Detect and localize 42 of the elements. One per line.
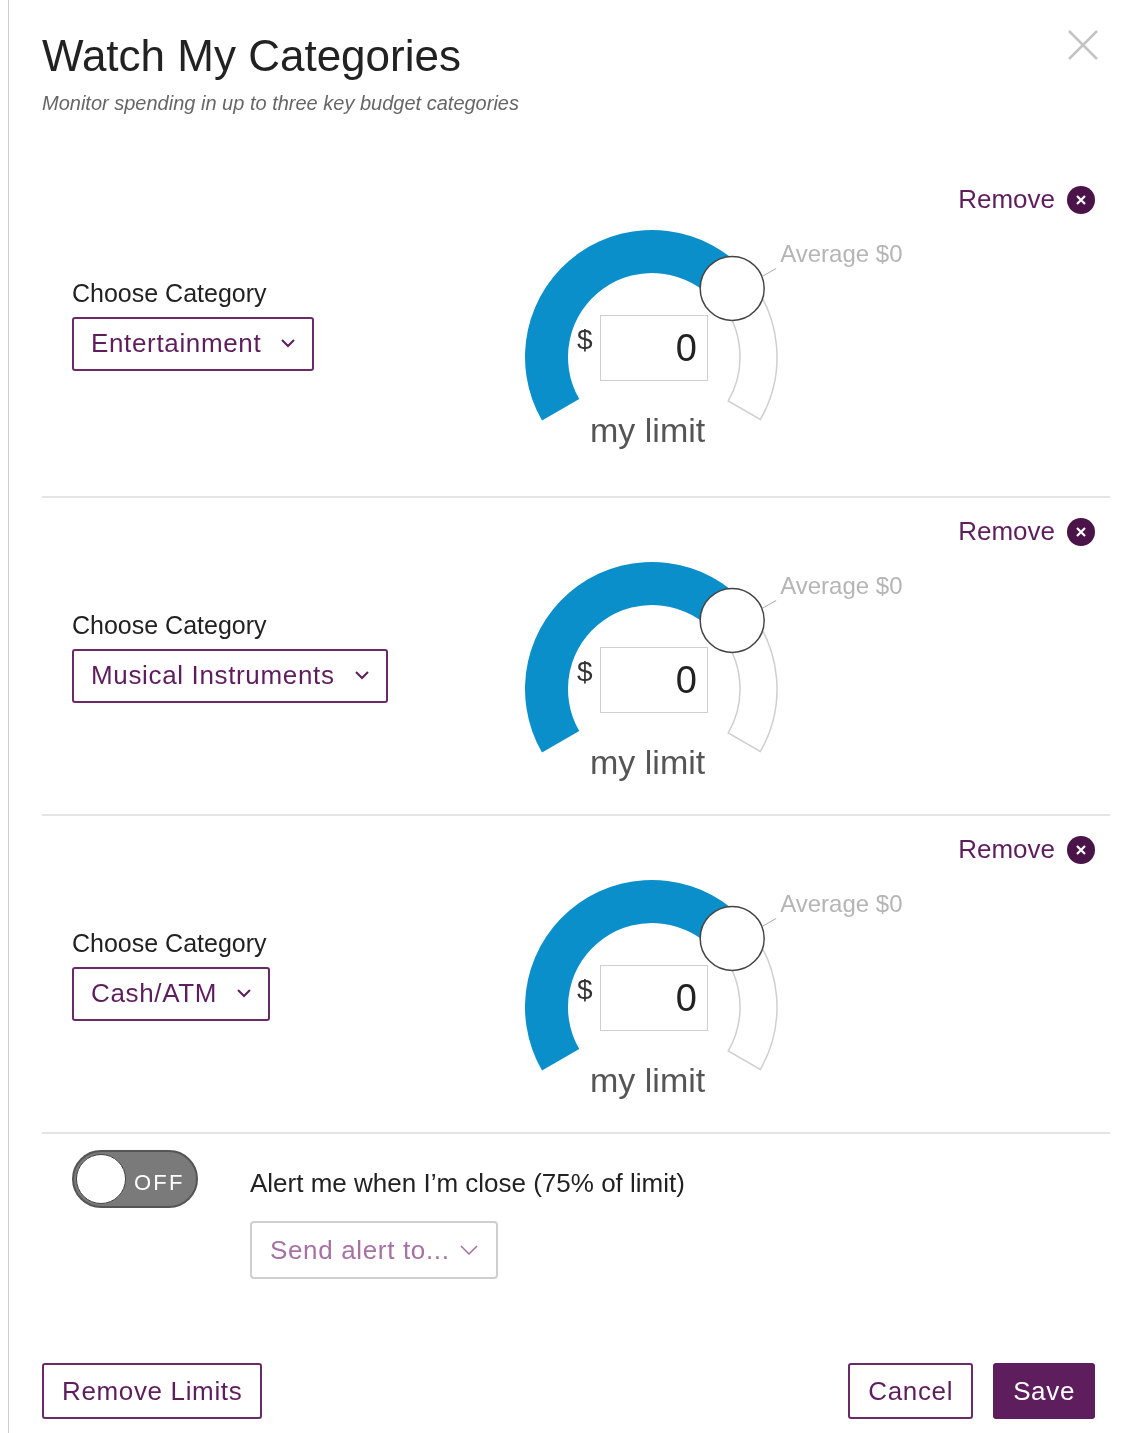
currency-symbol: $: [577, 973, 593, 1007]
limit-input[interactable]: 0: [600, 315, 708, 381]
alert-toggle[interactable]: OFF: [72, 1150, 198, 1208]
average-label: Average $0: [780, 889, 903, 920]
category-dropdown[interactable]: Entertainment: [72, 316, 315, 371]
chevron-down-icon: [354, 671, 369, 680]
gauge-handle[interactable]: [699, 255, 765, 322]
save-button[interactable]: Save: [993, 1363, 1095, 1419]
limit-input[interactable]: 0: [600, 965, 708, 1031]
category-label: Choose Category: [72, 928, 267, 959]
average-label: Average $0: [780, 571, 903, 602]
send-alert-dropdown[interactable]: Send alert to...: [250, 1221, 498, 1279]
currency-symbol: $: [577, 655, 593, 689]
chevron-down-icon: [237, 989, 252, 998]
limit-input[interactable]: 0: [600, 647, 708, 713]
category-label: Choose Category: [72, 610, 267, 641]
leader-line: [761, 917, 777, 927]
average-label: Average $0: [780, 239, 903, 270]
remove-button[interactable]: Remove: [958, 512, 1095, 551]
close-circle-icon: [1067, 185, 1095, 214]
category-dropdown[interactable]: Cash/ATM: [72, 966, 271, 1021]
dialog-subtitle: Monitor spending in up to three key budget categories: [42, 91, 519, 116]
remove-button[interactable]: Remove: [958, 830, 1095, 869]
gauge-handle[interactable]: [699, 905, 765, 972]
limit-label: my limit: [590, 410, 706, 451]
close-circle-icon: [1067, 835, 1095, 864]
dialog-title: Watch My Categories: [42, 34, 462, 78]
leader-line: [761, 267, 777, 277]
leader-line: [761, 599, 777, 609]
category-dropdown[interactable]: Musical Instruments: [72, 648, 388, 703]
remove-button[interactable]: Remove: [958, 180, 1095, 219]
gauge-handle[interactable]: [699, 587, 765, 654]
limit-label: my limit: [590, 1060, 706, 1101]
limit-label: my limit: [590, 742, 706, 783]
currency-symbol: $: [577, 323, 593, 357]
close-circle-icon: [1067, 517, 1095, 546]
chevron-down-icon: [281, 339, 296, 348]
outline-button[interactable]: Cancel: [848, 1363, 974, 1419]
alert-label: Alert me when I’m close (75% of limit): [250, 1167, 685, 1200]
chevron-down-icon: [459, 1245, 478, 1255]
category-label: Choose Category: [72, 278, 267, 309]
outline-button[interactable]: Remove Limits: [42, 1363, 263, 1419]
